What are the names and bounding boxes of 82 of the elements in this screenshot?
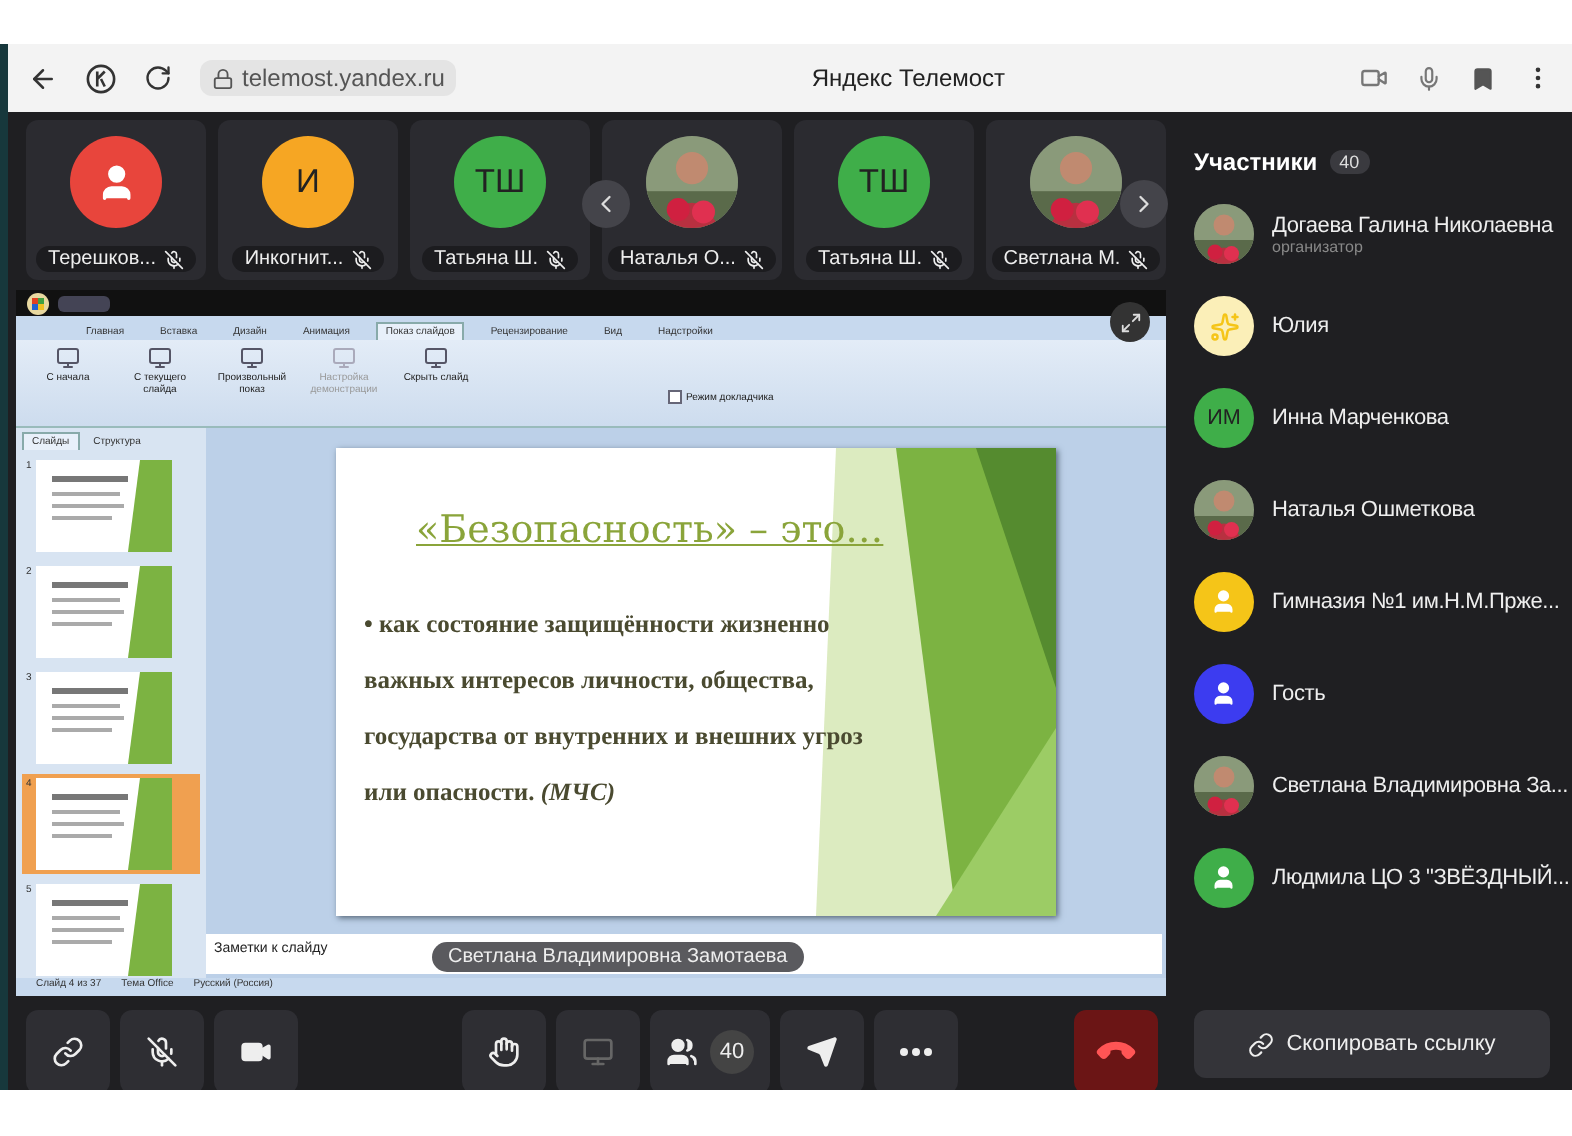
more-button[interactable] <box>874 1010 958 1090</box>
sparkle-icon <box>1209 311 1239 341</box>
copy-link-button[interactable]: Скопировать ссылку <box>1194 1010 1550 1078</box>
camera-icon[interactable] <box>1360 64 1388 92</box>
participant-row[interactable]: Гимназия №1 им.Н.М.Прже... <box>1194 572 1570 632</box>
participants-title: Участники <box>1194 148 1318 176</box>
bookmark-icon[interactable] <box>1470 65 1496 91</box>
participant-name: Гимназия №1 им.Н.М.Прже... <box>1272 590 1560 614</box>
participant-row[interactable]: Наталья Ошметкова <box>1194 480 1570 540</box>
slide-thumbnail <box>35 566 172 658</box>
participant-name: Гость <box>1272 682 1326 706</box>
participant-row[interactable]: ИМ Инна Марченкова <box>1194 388 1570 448</box>
send-icon <box>806 1036 838 1068</box>
link-button[interactable] <box>26 1010 110 1090</box>
user-icon <box>1210 680 1238 708</box>
participant-tile[interactable]: Наталья О... <box>602 120 782 280</box>
raise-hand-button[interactable] <box>462 1010 546 1090</box>
avatar-initials: ТШ <box>838 136 930 228</box>
participant-row[interactable]: Юлия <box>1194 296 1570 356</box>
avatar-initials: ТШ <box>454 136 546 228</box>
participant-row[interactable]: Гость <box>1194 664 1570 724</box>
link-icon <box>52 1036 84 1068</box>
people-icon <box>666 1036 698 1068</box>
participant-name: Наталья Ошметкова <box>1272 498 1475 522</box>
participant-tile[interactable]: Терешков... <box>26 120 206 280</box>
slideshow-icon <box>148 346 172 370</box>
link-icon <box>1248 1031 1275 1057</box>
expand-icon <box>1119 311 1141 333</box>
participant-name: Людмила ЦО 3 "ЗВЁЗДНЫЙ... <box>1272 866 1570 890</box>
slideshow-icon <box>332 346 356 370</box>
participant-row[interactable]: Людмила ЦО 3 "ЗВЁЗДНЫЙ... <box>1194 848 1570 908</box>
participant-name: Юлия <box>1272 314 1329 338</box>
microphone-button[interactable] <box>120 1010 204 1090</box>
participant-name: Терешков... <box>36 246 196 272</box>
participant-name: Наталья О... <box>608 246 776 272</box>
more-icon <box>900 1048 932 1056</box>
office-button-icon[interactable] <box>24 291 52 315</box>
address-bar[interactable]: telemost.yandex.ru <box>200 60 457 96</box>
participant-row[interactable]: Догаева Галина Николаевна организатор <box>1194 204 1570 264</box>
participant-tile[interactable]: И Инкогнит... <box>218 120 398 280</box>
send-button[interactable] <box>780 1010 864 1090</box>
participant-row[interactable]: Светлана Владимировна За... <box>1194 756 1570 816</box>
participant-name: Инкогнит... <box>232 246 384 272</box>
participant-count: 40 <box>710 1030 754 1074</box>
speaker-name: Светлана Владимировна Замотаева <box>432 942 804 972</box>
participant-name: Татьяна Ш. <box>805 246 962 272</box>
user-icon <box>1210 864 1238 892</box>
browser-logo-icon[interactable] <box>86 63 116 93</box>
muted-microphone-icon <box>146 1036 178 1068</box>
participant-count: 40 <box>1329 150 1370 174</box>
page-title: Яндекс Телемост <box>809 64 1008 92</box>
slideshow-icon <box>56 346 80 370</box>
participant-name: Светлана М. <box>991 246 1161 272</box>
avatar-initials: ИМ <box>1194 388 1254 448</box>
slide-title: «Безопасность» – это… <box>416 507 886 551</box>
slide-bullet-text: • как состояние защищённости жизненно важных интересов личности, общества, государства от внутренних и внешних угроз или опасности. (МЧС) <box>364 607 865 809</box>
participant-role: организатор <box>1272 237 1365 255</box>
reload-icon[interactable] <box>144 64 172 92</box>
slideshow-icon <box>240 346 264 370</box>
back-icon[interactable] <box>28 63 58 93</box>
slide-thumbnail <box>35 778 172 870</box>
monitor-icon <box>582 1036 614 1068</box>
participant-name: Светлана Владимировна За... <box>1272 774 1568 798</box>
participant-tile[interactable]: ТШ Татьяна Ш. <box>410 120 590 280</box>
hand-icon <box>488 1036 520 1068</box>
camera-button[interactable] <box>214 1010 298 1090</box>
slide-thumbnail <box>35 672 172 764</box>
slide-thumbnail <box>35 884 172 976</box>
lock-icon <box>212 67 234 89</box>
participant-name: Инна Марченкова <box>1272 406 1449 430</box>
microphone-icon[interactable] <box>1416 65 1442 91</box>
participants-button[interactable]: 40 <box>650 1010 770 1090</box>
participant-name: Догаева Галина Николаевна <box>1272 213 1553 237</box>
slideshow-icon <box>424 346 448 370</box>
end-call-button[interactable] <box>1074 1010 1158 1090</box>
url-text: telemost.yandex.ru <box>242 64 445 92</box>
participant-tile[interactable]: ТШ Татьяна Ш. <box>794 120 974 280</box>
participant-name: Татьяна Ш. <box>421 246 578 272</box>
avatar-initials: И <box>262 136 354 228</box>
slide-thumbnail <box>35 460 172 552</box>
participant-tile[interactable]: Светлана М. <box>986 120 1166 280</box>
user-icon <box>1210 588 1238 616</box>
